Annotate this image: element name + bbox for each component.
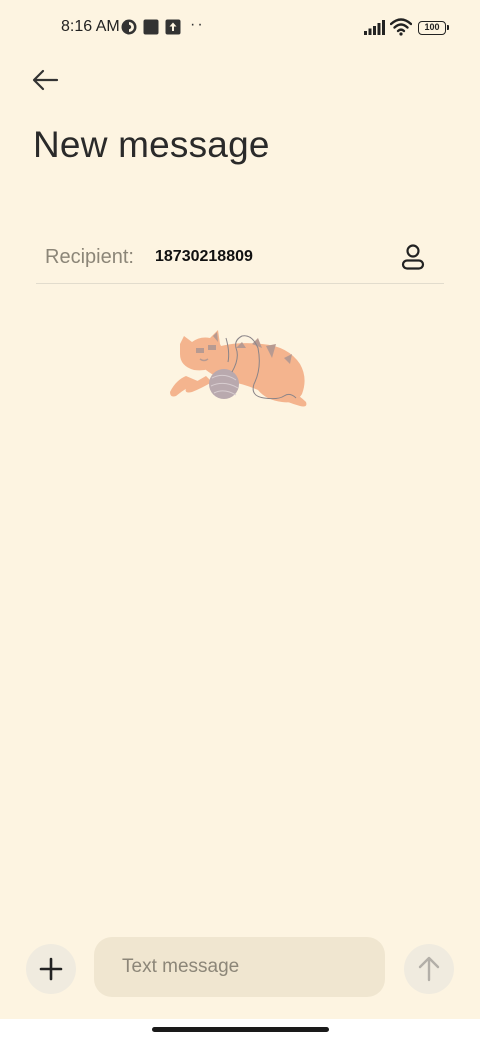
wifi-icon [390,18,412,36]
recipient-label: Recipient: [45,246,134,268]
upload-notification-icon [165,19,181,35]
message-input[interactable] [94,937,385,997]
attach-button[interactable] [26,944,76,994]
home-indicator[interactable] [152,1027,329,1032]
cat-illustration [170,330,307,407]
arrow-left-icon [32,69,59,91]
square-notification-icon [143,19,159,35]
arrow-up-icon [418,956,440,982]
send-button[interactable] [404,944,454,994]
contact-picker-button[interactable] [398,242,428,272]
app-notification-icon [121,19,137,35]
battery-icon: 100 [418,21,449,35]
person-icon [401,244,425,270]
plus-icon [39,957,63,981]
status-bar: 8:16 AM ·· 100 [0,0,480,56]
navigation-bar [0,1019,480,1040]
back-button[interactable] [30,66,62,94]
recipient-value[interactable]: 18730218809 [155,248,253,266]
page-title: New message [33,124,270,165]
new-message-screen: 8:16 AM ·· 100 New message Recipient: 18… [0,0,480,1040]
recipient-field[interactable]: Recipient: 18730218809 [36,232,444,284]
more-dots-icon: ·· [190,16,205,33]
status-time: 8:16 AM [61,18,120,35]
signal-icon [364,20,385,35]
